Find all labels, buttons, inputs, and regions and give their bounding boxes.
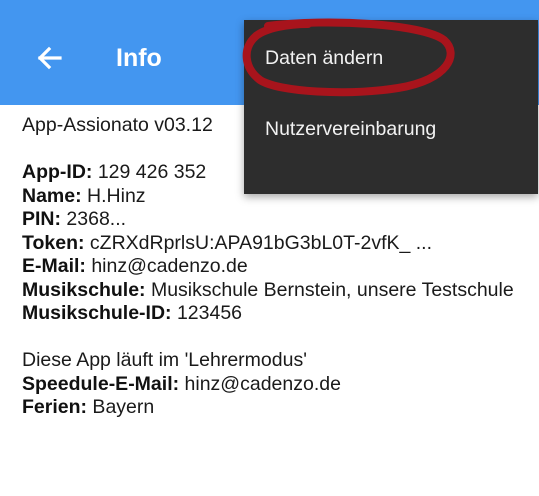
name-label: Name: <box>22 184 82 207</box>
ferien-label: Ferien: <box>22 396 88 418</box>
arrow-left-icon <box>37 46 62 70</box>
token-label: Token: <box>22 231 85 254</box>
email-row: E-Mail: hinz@cadenzo.de <box>22 255 527 279</box>
menu-item-nutzervereinbarung[interactable]: Nutzervereinbarung <box>244 96 538 168</box>
name-value: H.Hinz <box>81 184 146 207</box>
app-id-label: App-ID: <box>22 161 93 183</box>
menu-item-label: Daten ändern <box>265 47 384 69</box>
musikschule-row: Musikschule: Musikschule Bernstein, unse… <box>22 279 527 303</box>
token-row: Token: cZRXdRprlsU:APA91bG3bL0T-2vfK_ ..… <box>22 232 527 256</box>
menu-item-daten-aendern[interactable]: Daten ändern <box>244 24 538 96</box>
token-value: cZRXdRprlsU:APA91bG3bL0T-2vfK_ ... <box>84 231 433 254</box>
musikschule-label: Musikschule: <box>22 278 146 301</box>
pin-label: PIN: <box>22 208 61 230</box>
musikschule-value: Musikschule Bernstein, unsere Testschule <box>145 278 514 301</box>
page-title: Info <box>116 44 162 72</box>
overflow-menu: Daten ändern Nutzervereinbarung <box>244 20 538 194</box>
speedule-email-value: hinz@cadenzo.de <box>179 372 341 395</box>
mode-text: Diese App läuft im 'Lehrermodus' <box>22 349 307 371</box>
speedule-email-label: Speedule-E-Mail: <box>22 372 180 395</box>
email-label: E-Mail: <box>22 255 86 277</box>
musikschule-id-value: 123456 <box>171 302 243 324</box>
email-value: hinz@cadenzo.de <box>85 255 248 277</box>
back-button[interactable] <box>30 38 70 78</box>
pin-row: PIN: 2368... <box>22 208 527 232</box>
speedule-email-row: Speedule-E-Mail: hinz@cadenzo.de <box>22 373 527 397</box>
musikschule-id-row: Musikschule-ID: 123456 <box>22 302 527 326</box>
musikschule-id-label: Musikschule-ID: <box>22 302 172 324</box>
menu-item-label: Nutzervereinbarung <box>265 118 437 140</box>
ferien-row: Ferien: Bayern <box>22 396 527 420</box>
info-screen: Info App-Assionato v03.12 App-ID: 129 42… <box>0 0 539 496</box>
ferien-value: Bayern <box>87 396 155 418</box>
app-id-value: 129 426 352 <box>92 161 207 183</box>
pin-value: 2368... <box>61 208 127 230</box>
